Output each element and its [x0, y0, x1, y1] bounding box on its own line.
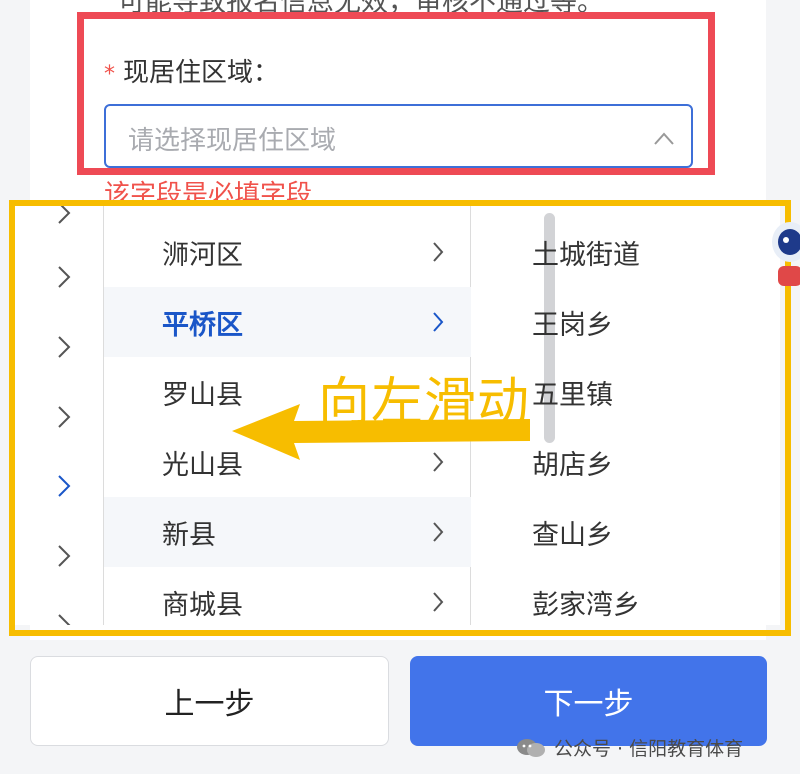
previous-step-button[interactable]: 上一步 [30, 656, 389, 746]
next-step-button[interactable]: 下一步 [410, 656, 767, 746]
watermark: 公众号 · 信阳教育体育 [516, 734, 743, 761]
robot-mascot-icon [772, 222, 800, 286]
swipe-left-annotation: 向左滑动 [318, 373, 531, 433]
watermark-text: 公众号 · 信阳教育体育 [554, 738, 744, 760]
wechat-icon [517, 738, 545, 757]
